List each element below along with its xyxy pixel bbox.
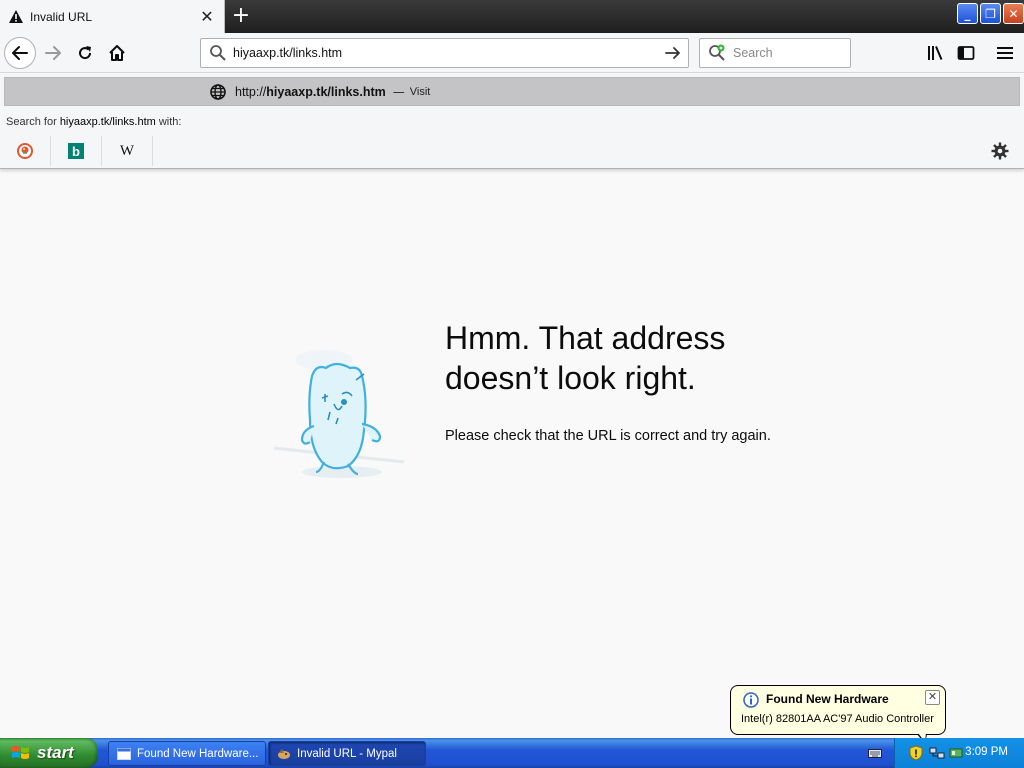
taskbar-item-label: Found New Hardware... — [137, 747, 259, 760]
search-engine-icon — [709, 44, 725, 61]
url-bar[interactable]: hiyaaxp.tk/links.htm — [200, 38, 689, 68]
forward-button[interactable] — [38, 38, 68, 68]
home-button[interactable] — [102, 38, 132, 68]
hardware-icon[interactable] — [949, 746, 963, 760]
reload-icon — [79, 46, 92, 60]
bing-icon: b — [68, 143, 84, 159]
error-mascot-illustration — [264, 340, 414, 490]
suggestion-url-host: hiyaaxp.tk/links.htm — [266, 84, 386, 99]
error-title: Hmm. That address doesn’t look right. — [445, 318, 805, 398]
clock: 3:09 PM — [965, 746, 1008, 758]
restore-button[interactable]: ❐ — [980, 3, 1001, 24]
found-new-hardware-balloon[interactable]: Found New Hardware ✕ Intel(r) 82801AA AC… — [730, 685, 946, 744]
globe-icon — [210, 83, 226, 100]
tab-invalid-url[interactable]: Invalid URL ✕ — [0, 0, 225, 33]
tab-strip: Invalid URL ✕ + _ ❐ ✕ — [0, 0, 1024, 33]
suggestion-url-prefix: http:// — [235, 84, 267, 99]
windows-logo-icon — [12, 746, 29, 759]
search-for-term: hiyaaxp.tk/links.htm — [59, 116, 156, 128]
network-icon[interactable] — [929, 746, 945, 760]
wikipedia-icon: W — [119, 142, 135, 159]
one-off-search-engines: b W — [0, 136, 153, 166]
search-icon — [210, 45, 226, 61]
search-settings-button[interactable] — [990, 141, 1010, 161]
taskbar-item-label: Invalid URL - Mypal — [297, 747, 397, 760]
sidebar-icon — [957, 46, 975, 60]
go-arrow-icon — [665, 47, 680, 59]
search-for-label: Search for hiyaaxp.tk/links.htm with: — [6, 116, 181, 128]
tab-title: Invalid URL — [30, 9, 93, 24]
suggestion-action: Visit — [409, 85, 431, 98]
system-tray: 3:09 PM — [894, 738, 1024, 768]
warning-icon — [9, 10, 23, 23]
suggestion-separator: — — [392, 84, 405, 99]
suggestion-url: http://hiyaaxp.tk/links.htm — [235, 85, 386, 99]
reload-button[interactable] — [70, 38, 100, 68]
engine-wikipedia[interactable]: W — [102, 136, 153, 166]
new-tab-button[interactable]: + — [228, 4, 254, 30]
balloon-text: Intel(r) 82801AA AC'97 Audio Controller — [741, 713, 934, 725]
keyboard-icon[interactable] — [868, 747, 882, 759]
tab-close-icon[interactable]: ✕ — [196, 6, 218, 28]
search-for-prefix: Search for — [6, 116, 60, 128]
taskbar-item-mypal[interactable]: Invalid URL - Mypal — [268, 741, 426, 766]
engine-bing[interactable]: b — [51, 136, 102, 166]
duckduckgo-icon — [17, 143, 33, 159]
sidebar-button[interactable] — [951, 38, 981, 68]
url-input[interactable]: hiyaaxp.tk/links.htm — [233, 46, 660, 60]
window-controls: _ ❐ ✕ — [957, 3, 1024, 24]
security-shield-icon[interactable] — [909, 745, 923, 761]
balloon-title: Found New Hardware — [766, 692, 889, 706]
forward-arrow-icon — [45, 46, 61, 60]
window-icon — [117, 747, 131, 760]
hamburger-menu-icon — [997, 47, 1013, 59]
visit-suggestion-row[interactable]: http://hiyaaxp.tk/links.htm — Visit — [4, 77, 1020, 106]
gear-icon — [991, 142, 1009, 160]
mypal-icon — [278, 748, 290, 759]
back-arrow-icon — [12, 46, 28, 60]
search-for-suffix: with: — [155, 116, 182, 128]
menu-button[interactable] — [990, 38, 1020, 68]
info-icon — [743, 692, 759, 708]
error-description: Please check that the URL is correct and… — [445, 428, 771, 444]
start-label: start — [37, 743, 74, 762]
library-button[interactable] — [920, 38, 950, 68]
engine-duckduckgo[interactable] — [0, 136, 51, 166]
back-button[interactable] — [4, 37, 36, 69]
navigation-toolbar: hiyaaxp.tk/links.htm Search — [0, 33, 1024, 73]
home-icon — [109, 45, 125, 61]
go-button[interactable] — [660, 40, 686, 66]
error-title-line-2: doesn’t look right. — [445, 360, 696, 396]
minimize-button[interactable]: _ — [957, 3, 978, 24]
search-bar[interactable]: Search — [699, 38, 851, 68]
taskbar-item-found-new-hardware[interactable]: Found New Hardware... — [108, 741, 266, 766]
balloon-close-button[interactable]: ✕ — [925, 690, 940, 705]
search-input[interactable]: Search — [733, 46, 773, 60]
start-button[interactable]: start — [0, 738, 98, 768]
error-title-line-1: Hmm. That address — [445, 320, 726, 356]
url-autocomplete-popup: http://hiyaaxp.tk/links.htm — Visit Sear… — [0, 73, 1024, 169]
window-close-button[interactable]: ✕ — [1003, 3, 1024, 24]
library-icon — [928, 46, 943, 60]
